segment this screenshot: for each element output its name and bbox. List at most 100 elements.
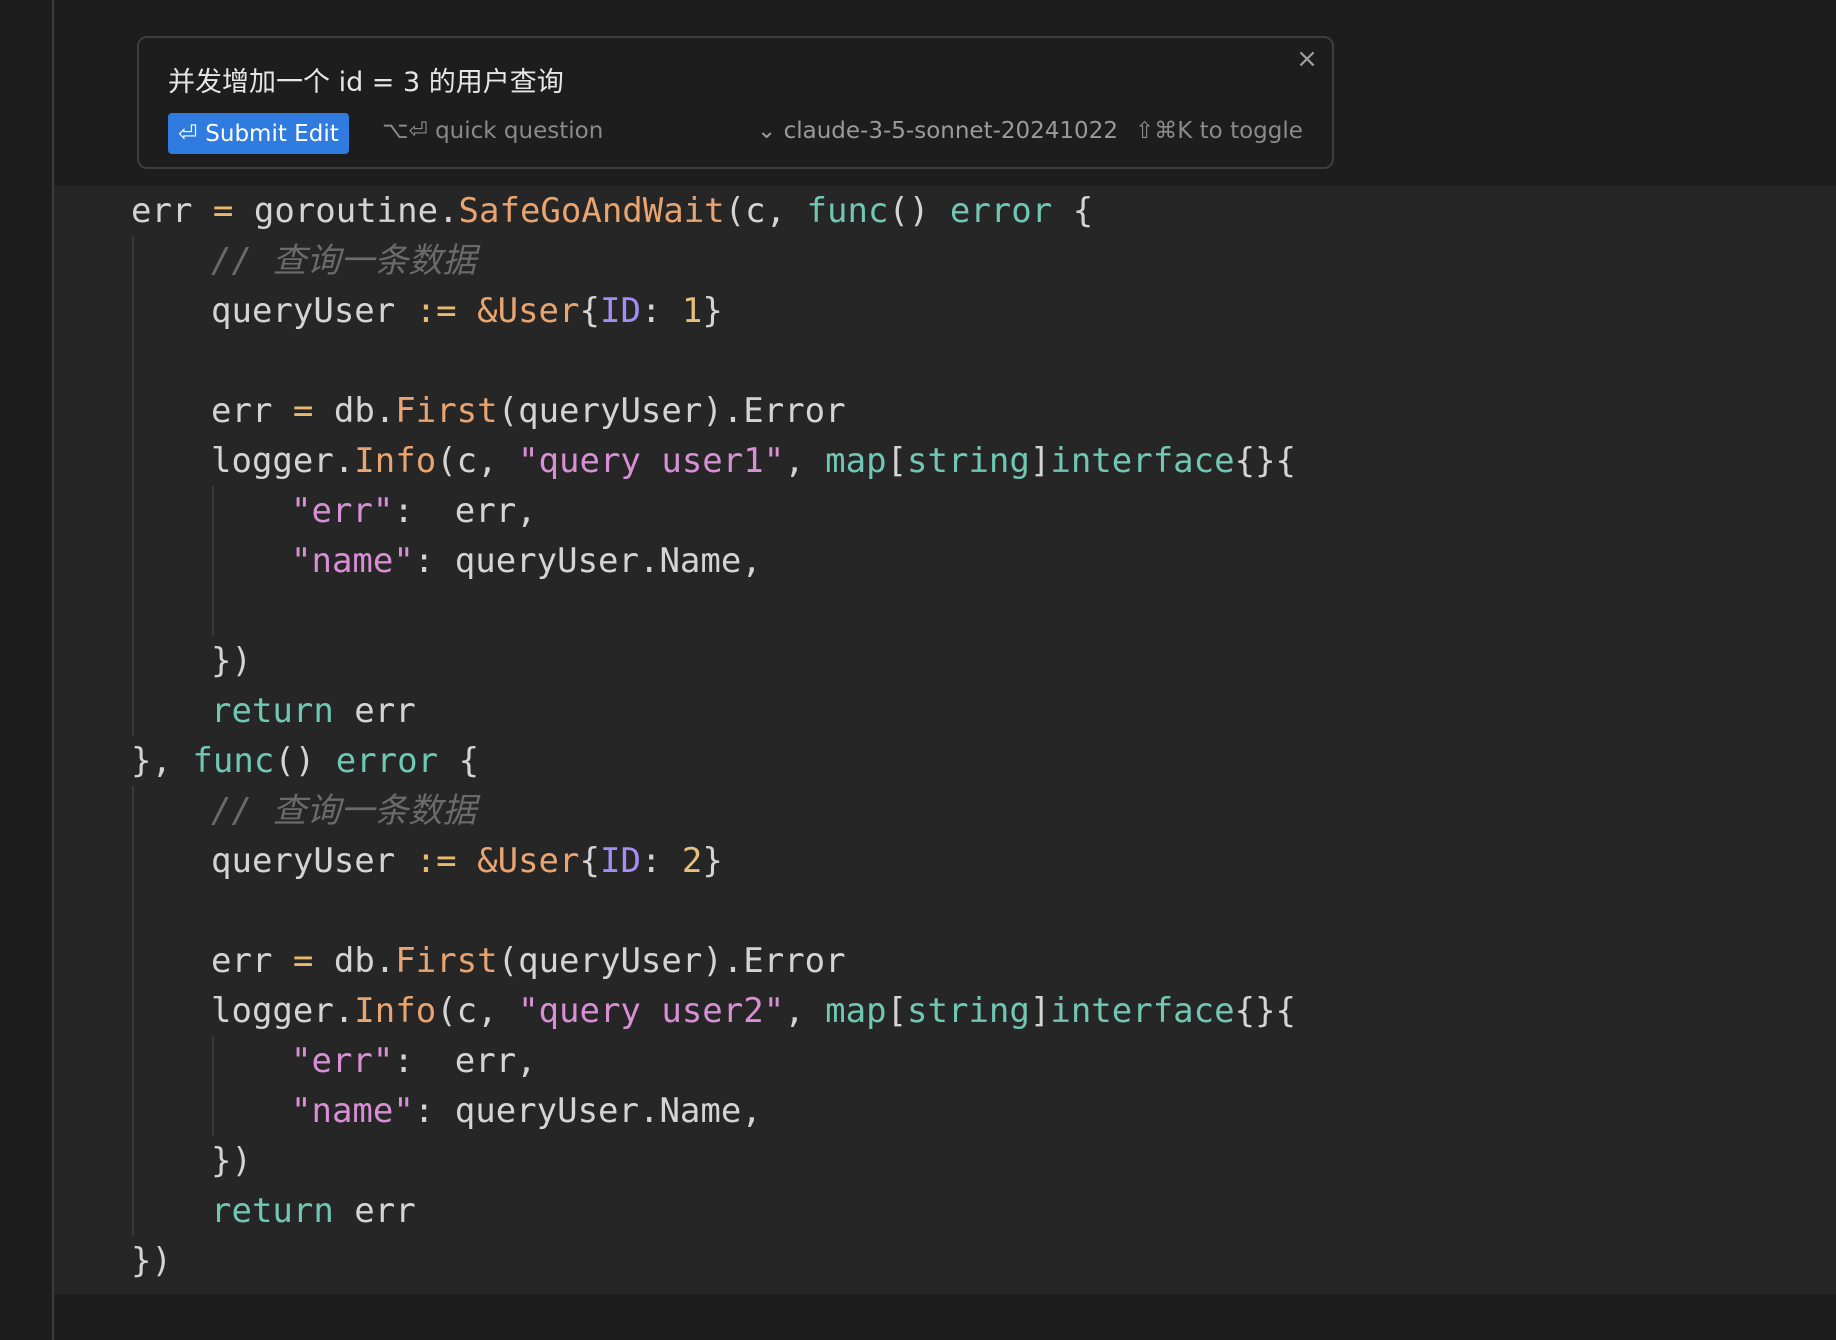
code-line[interactable]: err = db.First(queryUser).Error <box>211 936 846 986</box>
code-token: (queryUser).Error <box>497 391 846 431</box>
code-token: &User <box>477 291 580 331</box>
code-line[interactable]: err = db.First(queryUser).Error <box>211 386 846 436</box>
code-token: map <box>825 991 887 1031</box>
code-line[interactable]: logger.Info(c, "query user2", map[string… <box>211 986 1296 1036</box>
code-token: // 查询一条数据 <box>211 791 477 831</box>
code-line[interactable]: }) <box>211 1136 252 1186</box>
code-token: { <box>1052 191 1094 231</box>
code-token: ] <box>1029 991 1051 1031</box>
code-token: "name" <box>291 541 414 581</box>
code-token: error <box>335 741 439 781</box>
close-icon[interactable]: × <box>1292 44 1322 74</box>
quick-question-hint[interactable]: ⌥⏎ quick question <box>382 118 603 144</box>
code-token: "query user1" <box>518 441 785 481</box>
code-token: {}{ <box>1234 991 1297 1031</box>
toggle-hint: ⇧⌘K to toggle <box>1135 118 1303 144</box>
code-token: Info <box>354 441 437 481</box>
code-token: : err, <box>393 491 537 531</box>
code-token: err <box>211 941 293 981</box>
code-token: "err" <box>291 491 394 531</box>
code-token: "err" <box>291 1041 394 1081</box>
code-token: &User <box>477 841 580 881</box>
submit-edit-button[interactable]: ⏎ Submit Edit <box>168 113 349 154</box>
code-token: { <box>579 841 600 881</box>
return-icon: ⏎ <box>178 120 198 147</box>
code-line[interactable]: err = goroutine.SafeGoAndWait(c, func() … <box>131 186 1093 236</box>
code-line[interactable]: }, func() error { <box>131 736 479 786</box>
code-line[interactable]: return err <box>211 1186 416 1236</box>
code-token: = <box>212 191 234 231</box>
code-token: interface <box>1050 441 1235 481</box>
code-token: : queryUser.Name, <box>413 541 762 581</box>
code-token: }) <box>211 1141 252 1181</box>
code-token: error <box>949 191 1053 231</box>
code-token: := <box>415 291 457 331</box>
prompt-input[interactable]: 并发增加一个 id = 3 的用户查询 <box>168 60 564 99</box>
code-token: err <box>333 691 416 731</box>
code-token: } <box>702 841 723 881</box>
chevron-down-icon: ⌄ <box>757 118 777 144</box>
code-token: (c, <box>436 441 519 481</box>
code-token: "name" <box>291 1091 414 1131</box>
code-line[interactable]: // 查询一条数据 <box>211 236 476 286</box>
code-token: ID <box>599 841 641 881</box>
code-token: // 查询一条数据 <box>211 241 477 281</box>
code-token: , <box>784 991 826 1031</box>
code-token: func <box>192 741 275 781</box>
code-line[interactable]: "name": queryUser.Name, <box>291 536 762 586</box>
code-line[interactable]: logger.Info(c, "query user1", map[string… <box>211 436 1296 486</box>
code-token: [ <box>886 991 908 1031</box>
code-token: err <box>211 391 293 431</box>
code-token: : <box>640 291 682 331</box>
code-token: (c, <box>436 991 519 1031</box>
code-token: string <box>907 991 1030 1031</box>
code-token: [ <box>886 441 908 481</box>
code-token: "query user2" <box>518 991 785 1031</box>
code-token: queryUser <box>211 841 416 881</box>
code-token: = <box>292 941 314 981</box>
code-token: , <box>784 441 826 481</box>
code-token: }) <box>211 641 252 681</box>
code-token: () <box>888 191 950 231</box>
code-token: return <box>211 691 334 731</box>
code-token: db. <box>313 941 396 981</box>
code-line[interactable]: queryUser := &User{ID: 1} <box>211 286 723 336</box>
code-token: logger. <box>211 991 355 1031</box>
code-line[interactable]: }) <box>211 636 252 686</box>
code-token: Info <box>354 991 437 1031</box>
code-line[interactable]: "err": err, <box>291 1036 537 1086</box>
code-token: (queryUser).Error <box>497 941 846 981</box>
code-token: { <box>438 741 480 781</box>
code-token: (c, <box>724 191 807 231</box>
code-token: 2 <box>681 841 703 881</box>
code-token: {}{ <box>1234 441 1297 481</box>
model-selector[interactable]: ⌄ claude-3-5-sonnet-20241022 <box>757 118 1118 144</box>
code-token: return <box>211 1191 334 1231</box>
code-token: }) <box>131 1241 172 1281</box>
code-token: ID <box>599 291 641 331</box>
code-line[interactable]: }) <box>131 1236 172 1286</box>
code-token: 1 <box>681 291 703 331</box>
indent-guide <box>212 486 214 636</box>
code-line[interactable]: return err <box>211 686 416 736</box>
code-token: logger. <box>211 441 355 481</box>
code-token: : err, <box>393 1041 537 1081</box>
code-editor[interactable]: 并发增加一个 id = 3 的用户查询 × ⏎ Submit Edit ⌥⏎ q… <box>0 0 1836 1340</box>
code-line[interactable]: // 查询一条数据 <box>211 786 476 836</box>
code-token: func <box>806 191 889 231</box>
code-line[interactable]: "name": queryUser.Name, <box>291 1086 762 1136</box>
code-token: db. <box>313 391 396 431</box>
code-line[interactable]: queryUser := &User{ID: 2} <box>211 836 723 886</box>
code-token: }, <box>131 741 193 781</box>
code-token: := <box>415 841 457 881</box>
code-line[interactable]: "err": err, <box>291 486 537 536</box>
code-token: SafeGoAndWait <box>458 191 725 231</box>
submit-edit-label: Submit Edit <box>205 120 339 147</box>
code-token: { <box>579 291 600 331</box>
code-token: err <box>333 1191 416 1231</box>
code-token: : <box>640 841 682 881</box>
code-token: First <box>395 391 498 431</box>
inline-edit-prompt[interactable]: 并发增加一个 id = 3 的用户查询 × ⏎ Submit Edit ⌥⏎ q… <box>137 36 1334 169</box>
